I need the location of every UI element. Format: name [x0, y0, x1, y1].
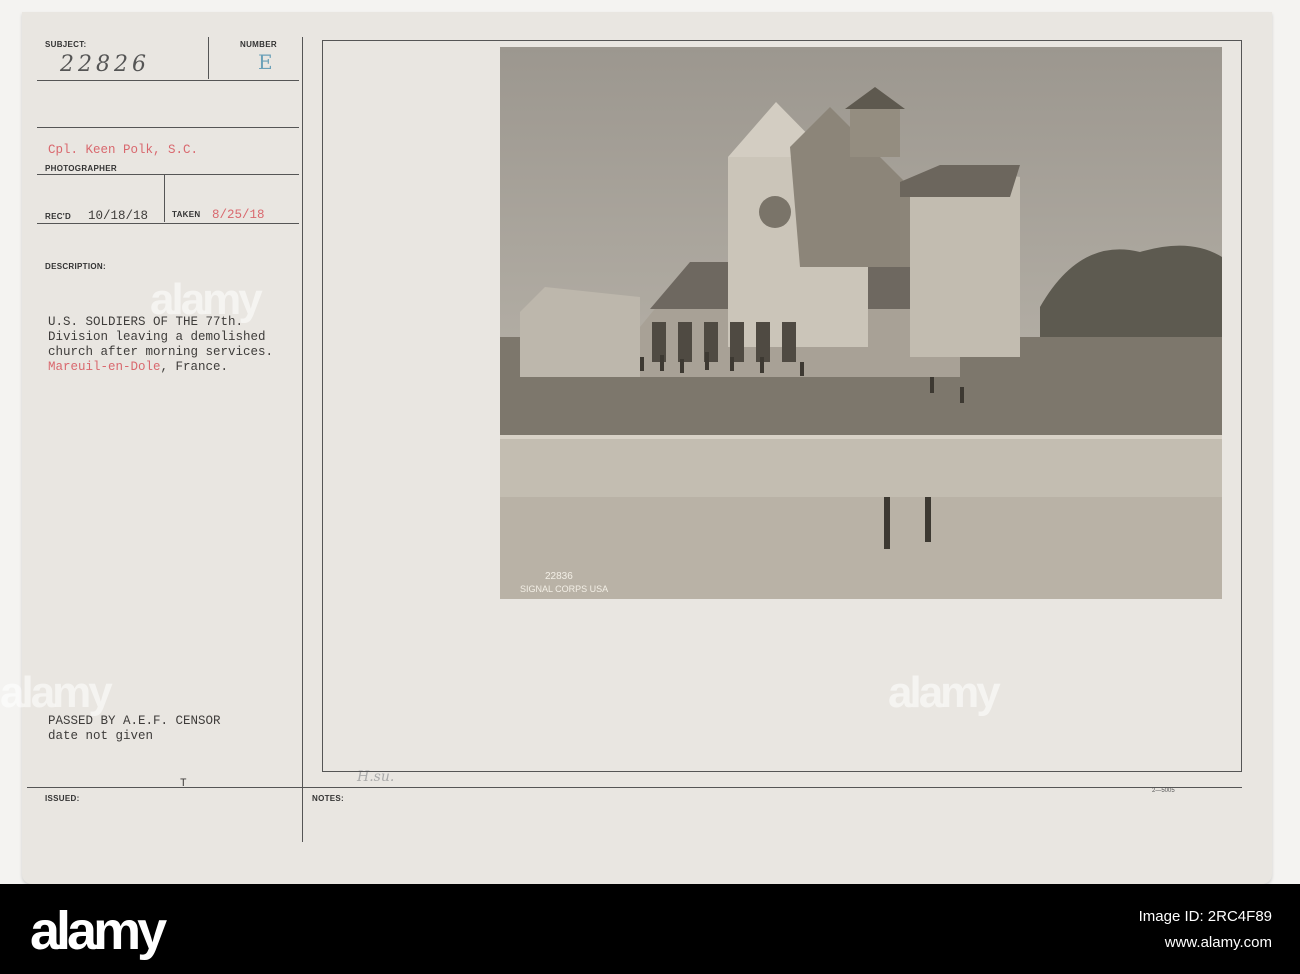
column-divider [302, 37, 303, 842]
divider [37, 80, 299, 81]
divider [37, 127, 299, 128]
photo-record-card: SUBJECT: 22826 NUMBER E Cpl. Keen Polk, … [22, 12, 1272, 884]
divider [208, 37, 209, 79]
photographer-label: PHOTOGRAPHER [45, 164, 117, 173]
notes-label: NOTES: [312, 794, 345, 803]
censor-date: date not given [48, 729, 154, 743]
taken-label: TAKEN [172, 210, 201, 219]
watermark: alamy [888, 668, 1001, 717]
location-line: Mareuil-en-Dole, France. [48, 360, 368, 375]
divider [37, 174, 299, 175]
photo-stamp: SIGNAL CORPS USA [520, 584, 608, 594]
form-number: 2—5005 [1152, 788, 1175, 794]
footer-bar: alamy Image ID: 2RC4F89 www.alamy.com [0, 884, 1300, 974]
issued-label: ISSUED: [45, 794, 80, 803]
bottom-rule [27, 787, 1242, 788]
photographer-name: Cpl. Keen Polk, S.C. [48, 143, 199, 157]
divider [164, 174, 165, 222]
alamy-logo: alamy [30, 901, 167, 961]
description-line: church after morning services. [48, 345, 274, 359]
divider [37, 223, 299, 224]
recd-date: 10/18/18 [88, 209, 149, 223]
description-label: DESCRIPTION: [45, 262, 106, 271]
issued-mark: T [180, 778, 187, 790]
location-country: , France. [160, 360, 229, 374]
photograph-church: SIGNAL CORPS USA 22836 [500, 47, 1222, 599]
censor-note: PASSED BY A.E.F. CENSOR date not given [48, 714, 221, 744]
recd-label: REC'D [45, 212, 72, 221]
taken-date: 8/25/18 [212, 208, 265, 222]
site-url[interactable]: www.alamy.com [1165, 934, 1272, 951]
watermark: alamy [150, 275, 263, 324]
number-label: NUMBER [240, 40, 277, 49]
description-line: Division leaving a demolished [48, 330, 266, 344]
church-scene-image: SIGNAL CORPS USA 22836 [500, 47, 1222, 599]
image-id: Image ID: 2RC4F89 [1138, 908, 1272, 925]
number-value: E [258, 50, 273, 74]
subject-label: SUBJECT: [45, 40, 87, 49]
photo-number: 22836 [545, 571, 573, 582]
subject-value: 22826 [60, 52, 150, 77]
watermark: alamy [0, 668, 113, 717]
location-name: Mareuil-en-Dole [48, 360, 161, 374]
